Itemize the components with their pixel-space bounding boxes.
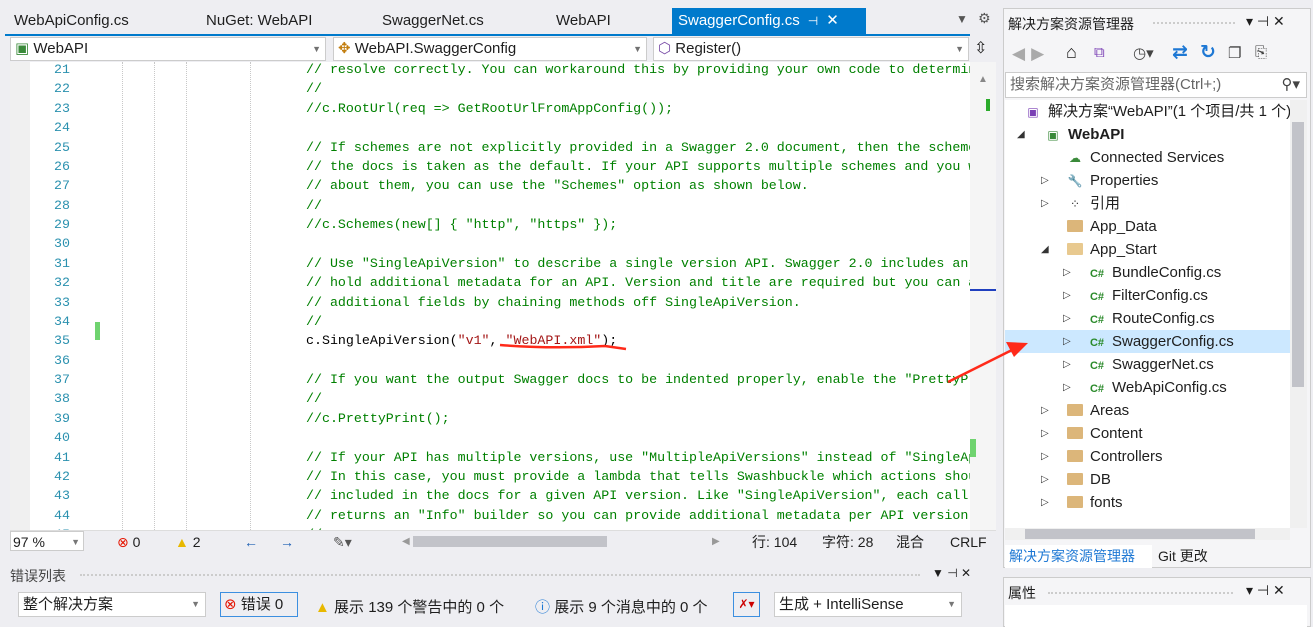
red-underline-annotation (499, 343, 627, 351)
red-arrow-annotation (947, 348, 1013, 384)
red-arrowhead (1006, 342, 1028, 357)
annotation-overlay (499, 342, 1028, 384)
